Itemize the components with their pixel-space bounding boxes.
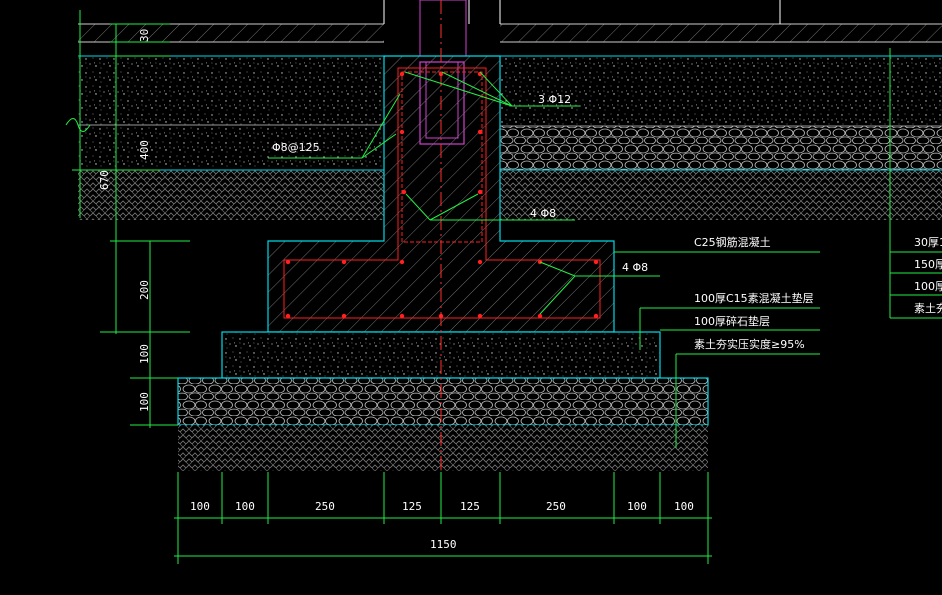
foundation-section-drawing: 30 400 670 200 100 100 100 100 250 125 1… xyxy=(65,0,942,564)
label-rebar-base: 4 Φ8 xyxy=(622,261,648,274)
label-rebar-top: 3 Φ12 xyxy=(538,93,571,106)
rebar-dot xyxy=(399,259,405,265)
ground-layers-right xyxy=(500,23,942,220)
dim-seg-5: 125 xyxy=(460,500,480,513)
label-cushion: 100厚C15素混凝土垫层 xyxy=(694,291,814,305)
dim-seg-8: 100 xyxy=(674,500,694,513)
rebar-dot xyxy=(341,313,347,319)
label-right-4: 素土夯实 xyxy=(914,301,942,315)
rebar-dot xyxy=(341,259,347,265)
dim-100-gravel: 100 xyxy=(138,392,151,412)
dim-200: 200 xyxy=(138,280,151,300)
label-right-1: 30厚1: xyxy=(914,236,942,249)
dim-seg-2: 100 xyxy=(235,500,255,513)
rebar-dot xyxy=(401,189,407,195)
dim-400: 400 xyxy=(138,140,151,160)
rebar-dot xyxy=(477,129,483,135)
label-rebar-neck: 4 Φ8 xyxy=(530,207,556,220)
label-soil: 素土夯实压实度≥95% xyxy=(694,337,805,351)
rebar-dot xyxy=(593,259,599,265)
dim-seg-3: 250 xyxy=(315,500,335,513)
label-gravel: 100厚碎石垫层 xyxy=(694,314,770,328)
bottom-dim-texts: 100 100 250 125 125 250 100 100 1150 xyxy=(190,500,694,551)
rebar-dot xyxy=(399,129,405,135)
dim-100-cushion: 100 xyxy=(138,344,151,364)
label-stirrup: Φ8@125 xyxy=(272,141,320,154)
label-right-3: 100厚 xyxy=(914,280,942,293)
dim-seg-1: 100 xyxy=(190,500,210,513)
rebar-dot xyxy=(285,259,291,265)
dim-670: 670 xyxy=(98,170,111,190)
label-right-2: 150厚C xyxy=(914,258,942,271)
rebar-dot xyxy=(477,259,483,265)
rebar-dot xyxy=(593,313,599,319)
rebar-dot xyxy=(285,313,291,319)
rebar-dot xyxy=(477,313,483,319)
rebar-dot xyxy=(477,189,483,195)
rebar-dot xyxy=(399,71,405,77)
label-concrete: C25钢筋混凝土 xyxy=(694,235,771,249)
dim-30: 30 xyxy=(138,29,151,42)
ground-layers-left xyxy=(78,23,384,220)
dim-seg-4: 125 xyxy=(402,500,422,513)
dim-seg-6: 250 xyxy=(546,500,566,513)
dim-total: 1150 xyxy=(430,538,457,551)
rebar-dot xyxy=(537,313,543,319)
rebar-dot xyxy=(399,313,405,319)
dim-seg-7: 100 xyxy=(627,500,647,513)
